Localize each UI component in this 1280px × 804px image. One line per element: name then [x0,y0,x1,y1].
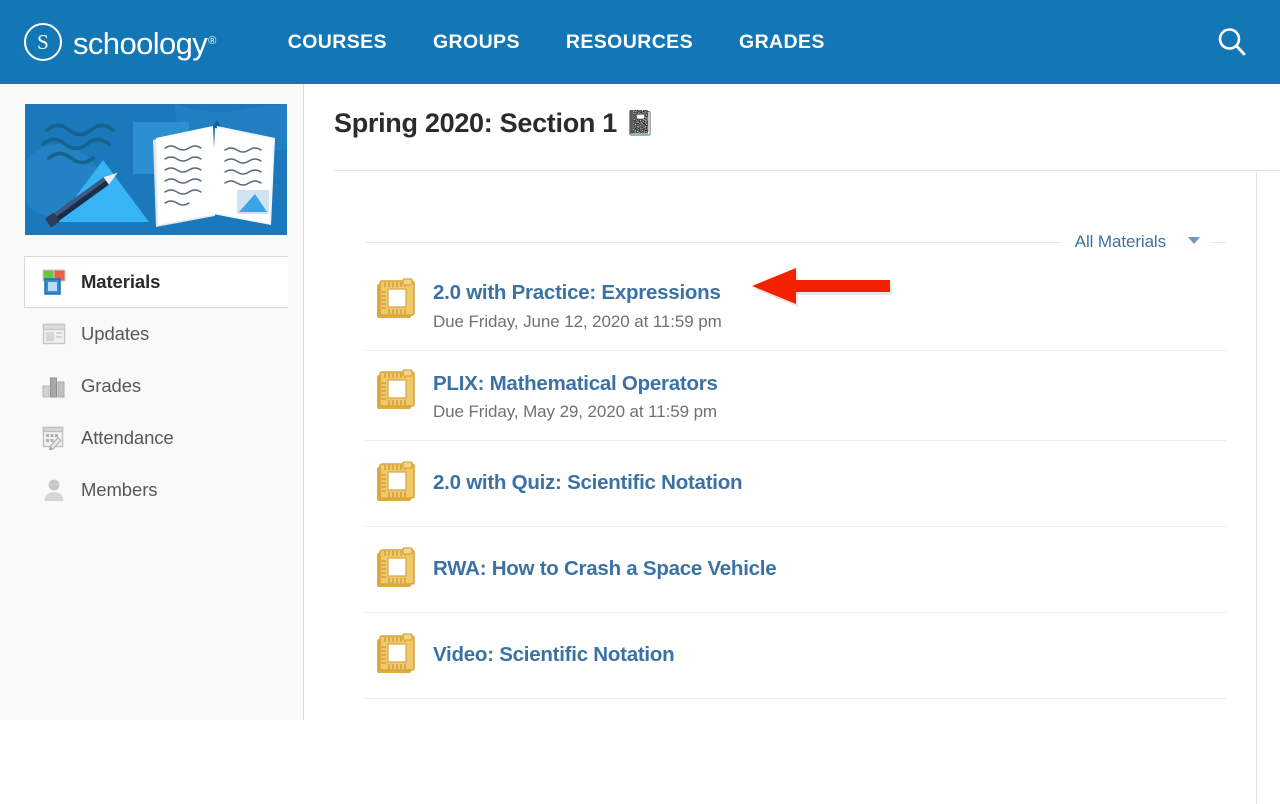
schoology-wordmark: schoology® [73,25,216,61]
page-title: Spring 2020: Section 1 📓 [334,108,655,139]
schoology-logo-mark: S [24,23,62,61]
filter-rule-right [1210,241,1226,243]
nav-item-courses[interactable]: COURSES [265,31,410,54]
sidebar-item-grades[interactable]: Grades [25,360,287,412]
main-content: Spring 2020: Section 1 📓 All Materials 2… [304,84,1280,804]
material-row[interactable]: PLIX: Mathematical Operators Due Friday,… [365,351,1226,442]
material-title[interactable]: 2.0 with Practice: Expressions [433,281,722,305]
sidebar-item-updates[interactable]: Updates [25,308,287,360]
materials-filter-row: All Materials [365,224,1226,260]
registered-trademark-icon: ® [208,34,216,47]
chevron-down-icon[interactable] [1188,236,1200,244]
primary-nav-links: COURSES GROUPS RESOURCES GRADES [265,31,848,54]
material-body: Video: Scientific Notation [433,644,675,667]
schoology-logo-letter: S [37,29,49,54]
material-title[interactable]: Video: Scientific Notation [433,644,675,667]
material-body: 2.0 with Practice: Expressions Due Frida… [433,278,722,332]
course-sidebar: Materials Updates Grades Attendance Memb… [0,84,304,720]
checklist-pencil-icon [41,425,67,451]
filter-rule-left [365,241,1061,243]
schoology-logo[interactable]: S schoology® [24,23,216,61]
nav-item-grades[interactable]: GRADES [716,31,848,54]
material-row[interactable]: RWA: How to Crash a Space Vehicle [365,527,1226,614]
window-panel-icon [41,321,67,347]
sidebar-item-label: Updates [81,323,150,344]
sidebar-item-label: Attendance [81,427,174,448]
material-title[interactable]: RWA: How to Crash a Space Vehicle [433,558,777,581]
sidebar-item-label: Members [81,479,158,500]
bar-chart-icon [41,373,67,399]
sidebar-menu: Materials Updates Grades Attendance Memb… [24,256,288,516]
top-navigation-bar: S schoology® COURSES GROUPS RESOURCES GR… [0,0,1280,84]
material-title[interactable]: PLIX: Mathematical Operators [433,372,718,396]
sidebar-item-members[interactable]: Members [25,464,287,516]
assignment-ruler-icon [373,459,419,505]
stacked-squares-icon [41,269,67,295]
material-row[interactable]: Video: Scientific Notation [365,613,1226,700]
all-materials-filter[interactable]: All Materials [1061,232,1180,252]
course-thumbnail[interactable] [25,104,287,235]
material-due-date: Due Friday, June 12, 2020 at 11:59 pm [433,311,722,331]
assignment-ruler-icon [373,367,419,413]
sidebar-item-label: Materials [81,271,161,292]
material-due-date: Due Friday, May 29, 2020 at 11:59 pm [433,402,717,422]
notebook-icon: 📓 [625,109,655,137]
right-rail-divider [1256,171,1257,804]
page-title-text: Spring 2020: Section 1 [334,108,617,138]
title-divider [333,170,1280,171]
nav-item-resources[interactable]: RESOURCES [543,31,716,54]
nav-item-groups[interactable]: GROUPS [410,31,543,54]
material-body: RWA: How to Crash a Space Vehicle [433,558,777,581]
material-title[interactable]: 2.0 with Quiz: Scientific Notation [433,472,743,495]
material-body: 2.0 with Quiz: Scientific Notation [433,472,743,495]
material-row[interactable]: 2.0 with Quiz: Scientific Notation [365,441,1226,528]
sidebar-item-label: Grades [81,375,142,396]
assignment-ruler-icon [373,631,419,677]
person-icon [41,477,67,503]
material-row[interactable]: 2.0 with Practice: Expressions Due Frida… [365,260,1226,351]
assignment-ruler-icon [373,276,419,322]
sidebar-item-materials[interactable]: Materials [24,256,288,308]
material-body: PLIX: Mathematical Operators Due Friday,… [433,369,718,423]
search-icon[interactable] [1212,22,1252,62]
assignment-ruler-icon [373,545,419,591]
materials-list: 2.0 with Practice: Expressions Due Frida… [365,260,1226,700]
sidebar-item-attendance[interactable]: Attendance [25,412,287,464]
